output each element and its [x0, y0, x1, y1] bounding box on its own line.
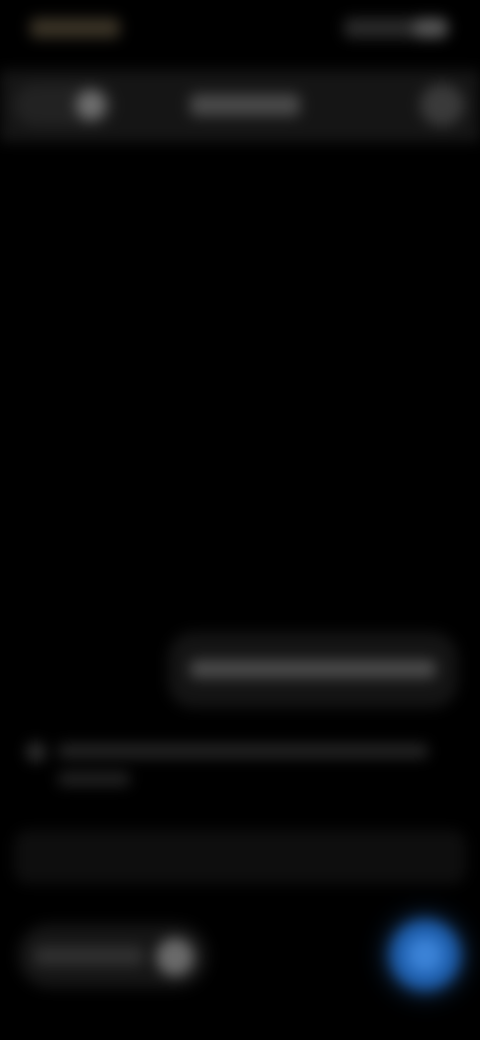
status-icons	[344, 18, 448, 38]
received-message	[10, 724, 440, 804]
page-title	[190, 94, 300, 116]
received-message-text-continued	[58, 772, 130, 786]
status-bar	[0, 0, 480, 60]
message-input[interactable]	[14, 830, 466, 884]
received-message-text	[58, 744, 428, 758]
tools-label	[34, 946, 144, 966]
back-button[interactable]	[14, 84, 114, 126]
send-icon	[407, 937, 443, 973]
sent-message-bubble	[168, 632, 458, 708]
composer	[0, 820, 480, 1040]
tools-icon	[156, 938, 194, 976]
more-icon[interactable]	[420, 84, 464, 126]
app-screen	[0, 0, 480, 1040]
sent-message-text	[190, 660, 436, 678]
status-time	[30, 18, 120, 38]
send-button[interactable]	[390, 920, 460, 990]
chat-header	[0, 70, 480, 142]
tools-button[interactable]	[18, 924, 208, 988]
battery-icon	[414, 18, 448, 38]
assistant-icon	[26, 742, 46, 762]
avatar	[76, 90, 106, 120]
